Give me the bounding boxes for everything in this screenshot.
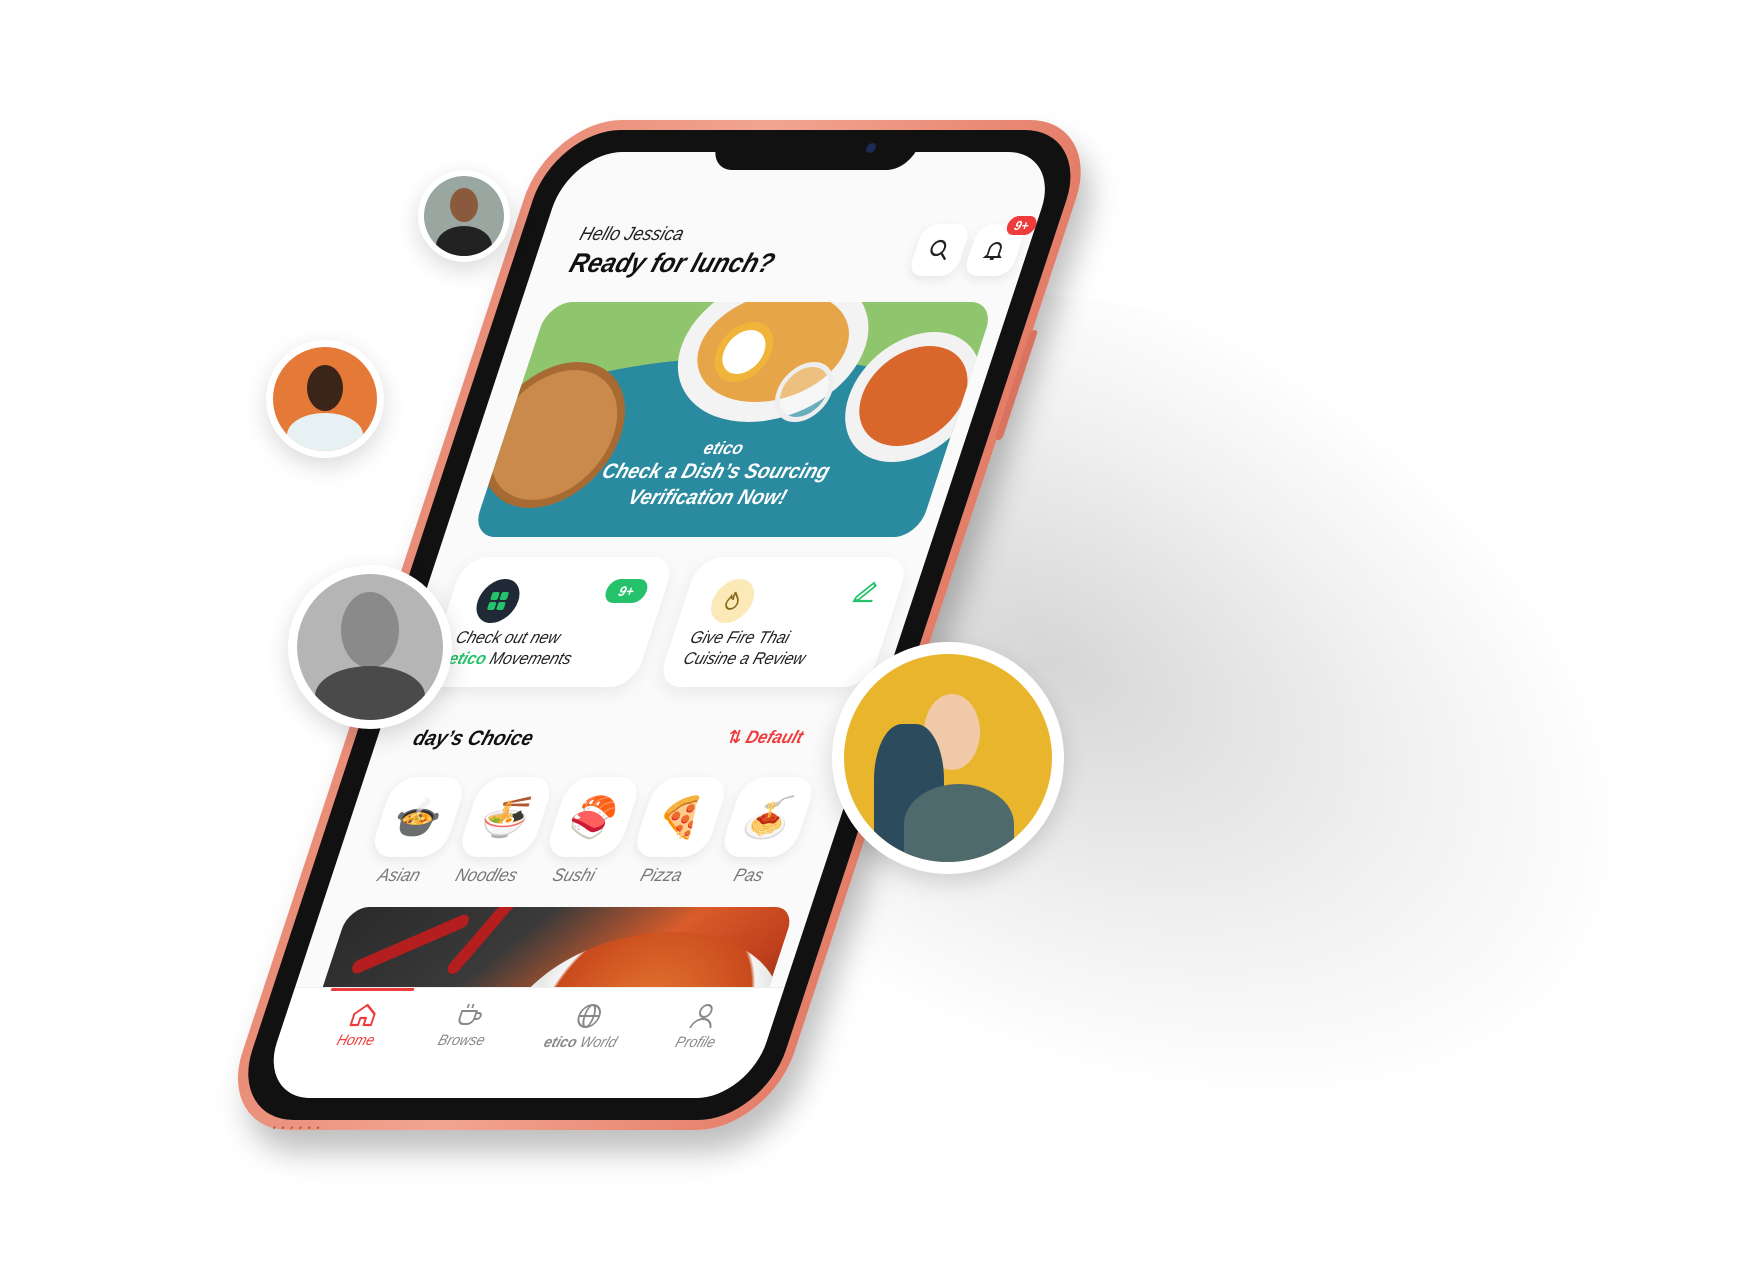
- tab-etico-world[interactable]: etico World: [518, 1002, 654, 1051]
- tab-label: Profile: [673, 1034, 718, 1051]
- movements-badge: 9+: [602, 579, 651, 603]
- speaker-grille: ••••••: [270, 1123, 327, 1134]
- pasta-icon: 🍝: [718, 777, 819, 857]
- search-icon: [930, 239, 947, 261]
- movements-card[interactable]: 9+ Check out new etico Movements: [421, 557, 677, 687]
- pizza-icon: 🍕: [630, 777, 731, 857]
- banner-line-2: Verification Now!: [625, 486, 790, 509]
- notification-badge: 9+: [1004, 216, 1040, 235]
- marketing-scene: Hello Jessica Ready for lunch? 9+ etico …: [0, 0, 1751, 1285]
- tab-home[interactable]: Home: [302, 1002, 419, 1049]
- sort-label: Default: [743, 727, 807, 747]
- avatar: [288, 565, 452, 729]
- category-label: Pizza: [637, 865, 686, 885]
- movements-icon: [470, 579, 526, 623]
- tab-label: World: [573, 1034, 620, 1051]
- notifications-button[interactable]: 9+: [962, 216, 1040, 276]
- review-text-line1: Give Fire Thai: [687, 628, 793, 647]
- category-label: Sushi: [550, 865, 599, 885]
- fire-icon: [705, 579, 761, 623]
- sourcing-banner[interactable]: etico Check a Dish’s Sourcing Verificati…: [471, 302, 996, 537]
- avatar: [266, 340, 384, 458]
- tab-label: Home: [334, 1032, 377, 1049]
- movements-text-suffix: Movements: [482, 649, 575, 668]
- home-icon: [349, 1003, 376, 1027]
- bell-icon: [982, 242, 1002, 260]
- banner-copy: etico Check a Dish’s Sourcing Verificati…: [480, 438, 950, 511]
- noodles-icon: 🍜: [455, 777, 556, 857]
- user-icon: [689, 1004, 713, 1029]
- category-label: Pas: [731, 865, 767, 885]
- category-label: Asian: [375, 865, 424, 885]
- movements-text-line1: Check out new: [453, 628, 564, 647]
- globe-icon: [577, 1004, 601, 1028]
- edit-icon[interactable]: [849, 577, 884, 605]
- review-card[interactable]: Give Fire Thai Cuisine a Review: [656, 557, 911, 687]
- avatar: [418, 170, 510, 262]
- headline-text: Ready for lunch?: [565, 248, 779, 278]
- sort-button[interactable]: ⇅ Default: [724, 727, 806, 748]
- tab-profile[interactable]: Profile: [642, 1002, 759, 1051]
- banner-line-1: Check a Dish’s Sourcing: [599, 460, 833, 483]
- notch: [708, 130, 924, 170]
- review-text-line2: Cuisine a Review: [681, 649, 809, 668]
- movements-text: Check out new etico Movements: [446, 627, 582, 669]
- sushi-icon: 🍣: [543, 777, 644, 857]
- greeting-text: Hello Jessica: [576, 224, 687, 245]
- active-tab-indicator: [330, 988, 415, 991]
- review-text: Give Fire Thai Cuisine a Review: [681, 627, 816, 669]
- avatar: [832, 642, 1064, 874]
- search-button[interactable]: [907, 224, 972, 276]
- bowl-icon: 🍲: [368, 777, 469, 857]
- camera-icon: [864, 143, 878, 153]
- category-label: Noodles: [453, 865, 521, 885]
- tab-label: Browse: [435, 1032, 488, 1049]
- greeting-block: Hello Jessica Ready for lunch?: [566, 224, 787, 279]
- tab-browse[interactable]: Browse: [408, 1002, 525, 1049]
- section-title: day’s Choice: [410, 727, 537, 750]
- coffee-cup-icon: [458, 1004, 482, 1025]
- bottom-tab-bar: Home Browse etico World Profile: [258, 987, 785, 1098]
- banner-brand: etico: [701, 438, 747, 458]
